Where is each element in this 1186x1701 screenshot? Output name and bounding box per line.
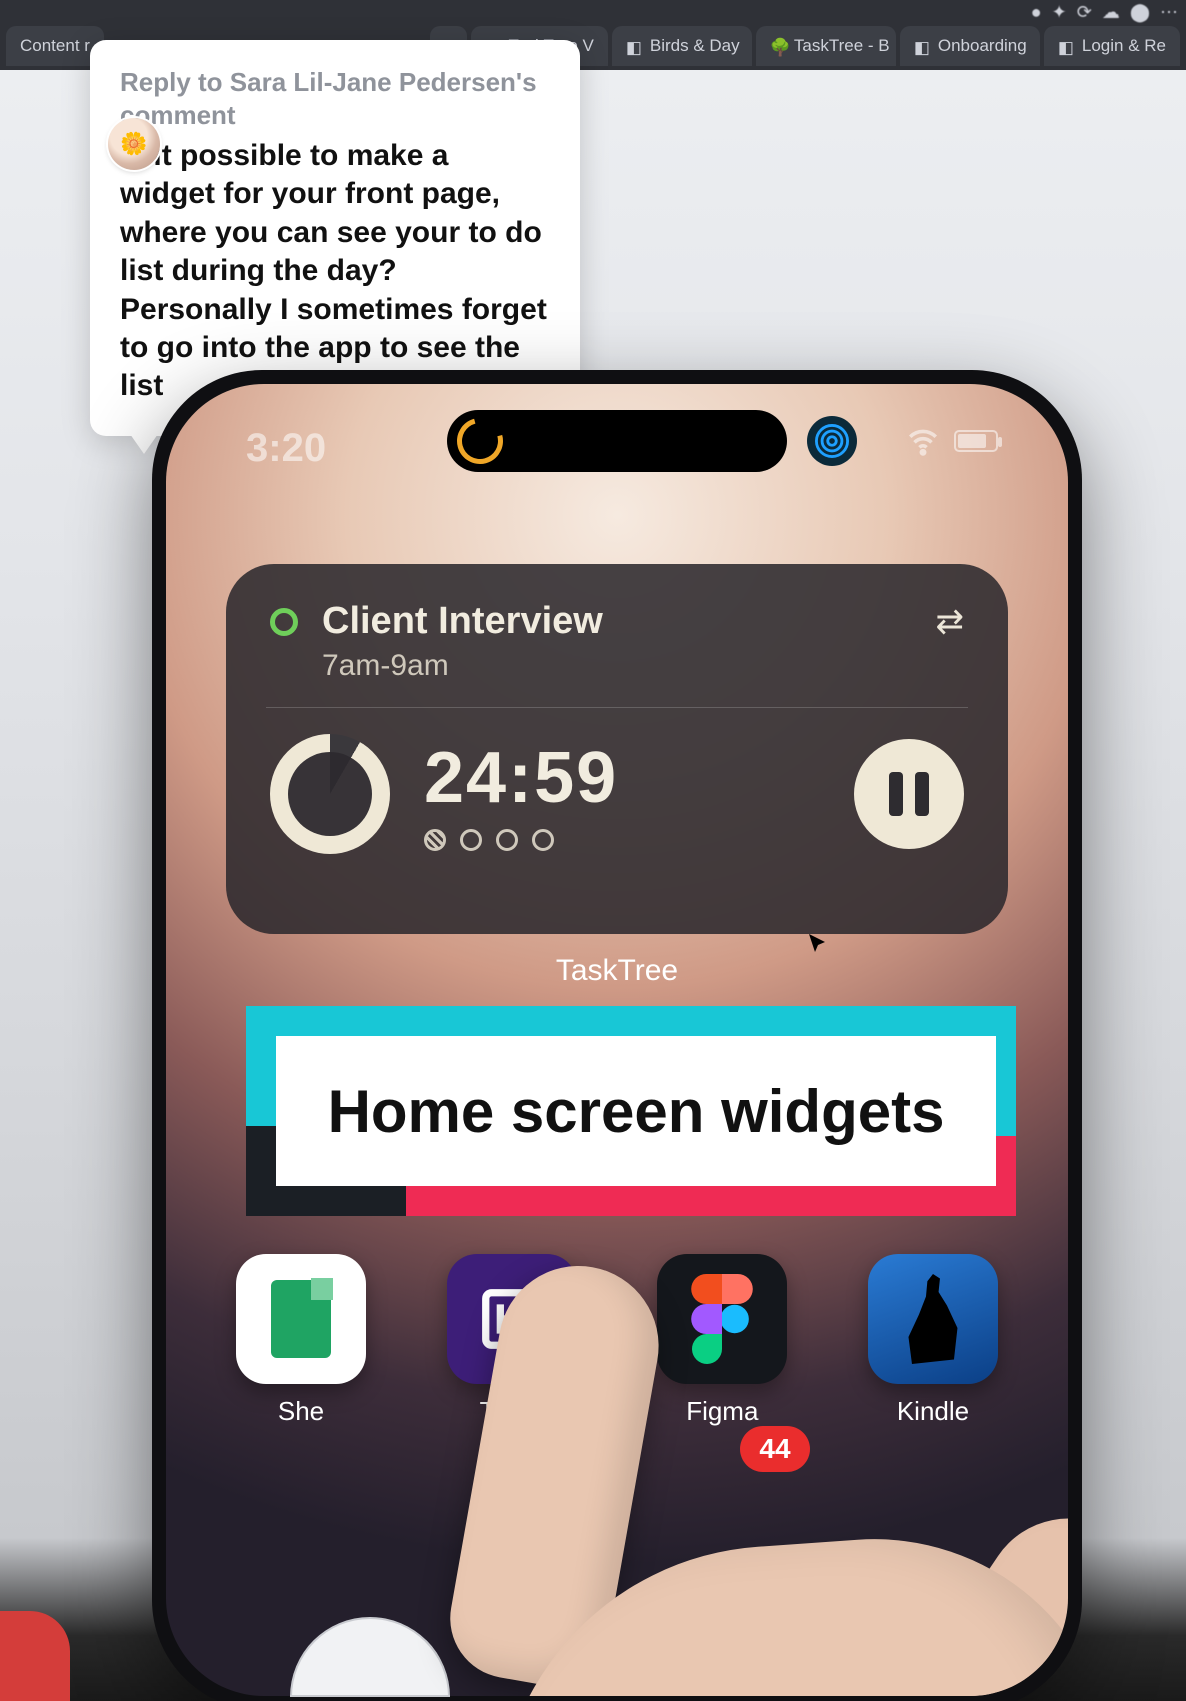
app-sheets[interactable]: She (226, 1254, 376, 1427)
figma-icon: ◧ (626, 38, 642, 54)
app-kindle[interactable]: Kindle (858, 1254, 1008, 1427)
app-row: She Truist Figma Kindle (226, 1254, 1008, 1427)
figma-icon: ◧ (914, 38, 930, 54)
caption-banner: Home screen widgets (246, 1006, 1016, 1216)
reply-to-label: Reply to Sara Lil-Jane Pedersen's commen… (120, 66, 550, 131)
dynamic-island[interactable] (447, 410, 787, 472)
pause-button[interactable] (854, 739, 964, 849)
iphone-home-screen[interactable]: 3:20 Client Interview ⇄ (166, 384, 1068, 1696)
browser-tab[interactable]: 🌳TaskTree - B (756, 26, 896, 66)
airdrop-icon[interactable] (807, 416, 857, 466)
menubar-icon: ☁︎ (1102, 2, 1120, 23)
kindle-icon (868, 1254, 998, 1384)
status-clock: 3:20 (246, 426, 326, 471)
status-right (906, 424, 998, 458)
menubar-icon: ⬤ (1130, 2, 1150, 23)
menubar-icon: ✦ (1052, 2, 1067, 23)
browser-tab[interactable]: ◧Birds & Day (612, 26, 752, 66)
tree-icon: 🌳 (770, 38, 786, 54)
menubar-icon: ⋯ (1160, 2, 1178, 23)
divider (266, 707, 968, 708)
browser-tab[interactable]: ◧Login & Re (1044, 26, 1180, 66)
notification-badge: 44 (740, 1426, 810, 1472)
session-dots (424, 829, 618, 851)
tasktree-widget[interactable]: Client Interview ⇄ 7am-9am 24:59 (226, 564, 1008, 934)
truist-icon (447, 1254, 577, 1384)
sheets-icon (236, 1254, 366, 1384)
session-dot-icon (460, 829, 482, 851)
widget-app-label: TaskTree (166, 954, 1068, 988)
screenshot-stage: ● ✦ ⟳ ☁︎ ⬤ ⋯ Content r s ◧TaskTree V ◧Bi… (0, 0, 1186, 1701)
session-dot-icon (532, 829, 554, 851)
app-label: Truist (437, 1396, 587, 1427)
task-status-circle-icon (270, 608, 298, 636)
menubar-icon: ⟳ (1077, 2, 1092, 23)
app-label: Figma (647, 1396, 797, 1427)
browser-tab[interactable]: ◧Onboarding (900, 26, 1040, 66)
iphone-frame: 3:20 Client Interview ⇄ (152, 370, 1082, 1701)
app-label: Kindle (858, 1396, 1008, 1427)
comment-body: Is it possible to make a widget for your… (120, 137, 550, 406)
progress-ring-icon (270, 734, 390, 854)
laptop-sticker-red (0, 1611, 70, 1701)
battery-icon (954, 430, 998, 452)
swap-icon[interactable]: ⇄ (936, 602, 965, 642)
caption-text: Home screen widgets (328, 1077, 945, 1146)
figma-icon (657, 1254, 787, 1384)
activity-ring-icon (449, 410, 512, 473)
session-dot-icon (424, 829, 446, 851)
task-title: Client Interview (322, 600, 603, 643)
session-dot-icon (496, 829, 518, 851)
pause-icon (889, 772, 929, 816)
mouse-cursor-icon (806, 932, 830, 956)
menubar-icons: ● ✦ ⟳ ☁︎ ⬤ ⋯ (1031, 2, 1178, 23)
app-truist[interactable]: Truist (437, 1254, 587, 1427)
wifi-icon (906, 424, 940, 458)
commenter-avatar: 🌼 (108, 118, 160, 170)
app-label: She (226, 1396, 376, 1427)
menubar-icon: ● (1031, 2, 1042, 23)
countdown-timer: 24:59 (424, 737, 618, 819)
task-time-range: 7am-9am (322, 649, 964, 683)
app-figma[interactable]: Figma (647, 1254, 797, 1427)
figma-icon: ◧ (1058, 38, 1074, 54)
